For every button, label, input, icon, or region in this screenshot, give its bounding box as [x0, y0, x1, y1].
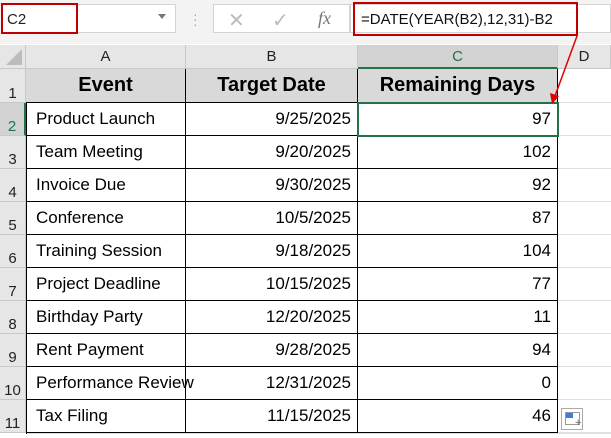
annotation-arrow [550, 35, 578, 104]
